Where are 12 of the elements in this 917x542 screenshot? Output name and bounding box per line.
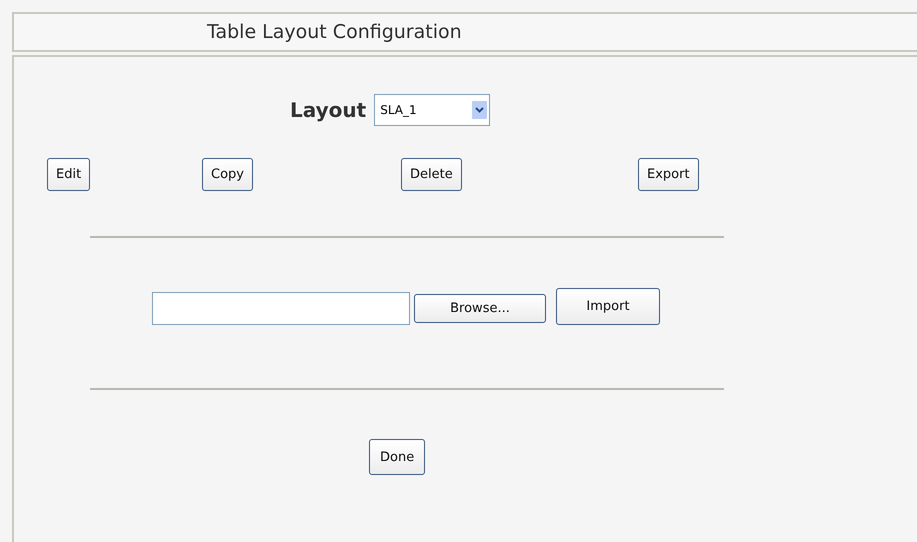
caret-icon	[472, 101, 488, 119]
done-button[interactable]: Done	[369, 439, 426, 475]
action-button[interactable]: Edit	[47, 158, 90, 191]
file-path-field[interactable]	[152, 292, 410, 325]
action-button[interactable]: Delete	[401, 158, 462, 191]
layout-dropdown[interactable]: SLA_1	[374, 94, 490, 126]
layout-label: Layout	[290, 98, 366, 122]
action-button[interactable]: Copy	[202, 158, 253, 191]
browse-button[interactable]: Browse...	[414, 294, 546, 323]
import-button[interactable]: Import	[556, 288, 660, 325]
action-button[interactable]: Export	[638, 158, 699, 191]
page-title: Table Layout Configuration	[207, 21, 462, 43]
